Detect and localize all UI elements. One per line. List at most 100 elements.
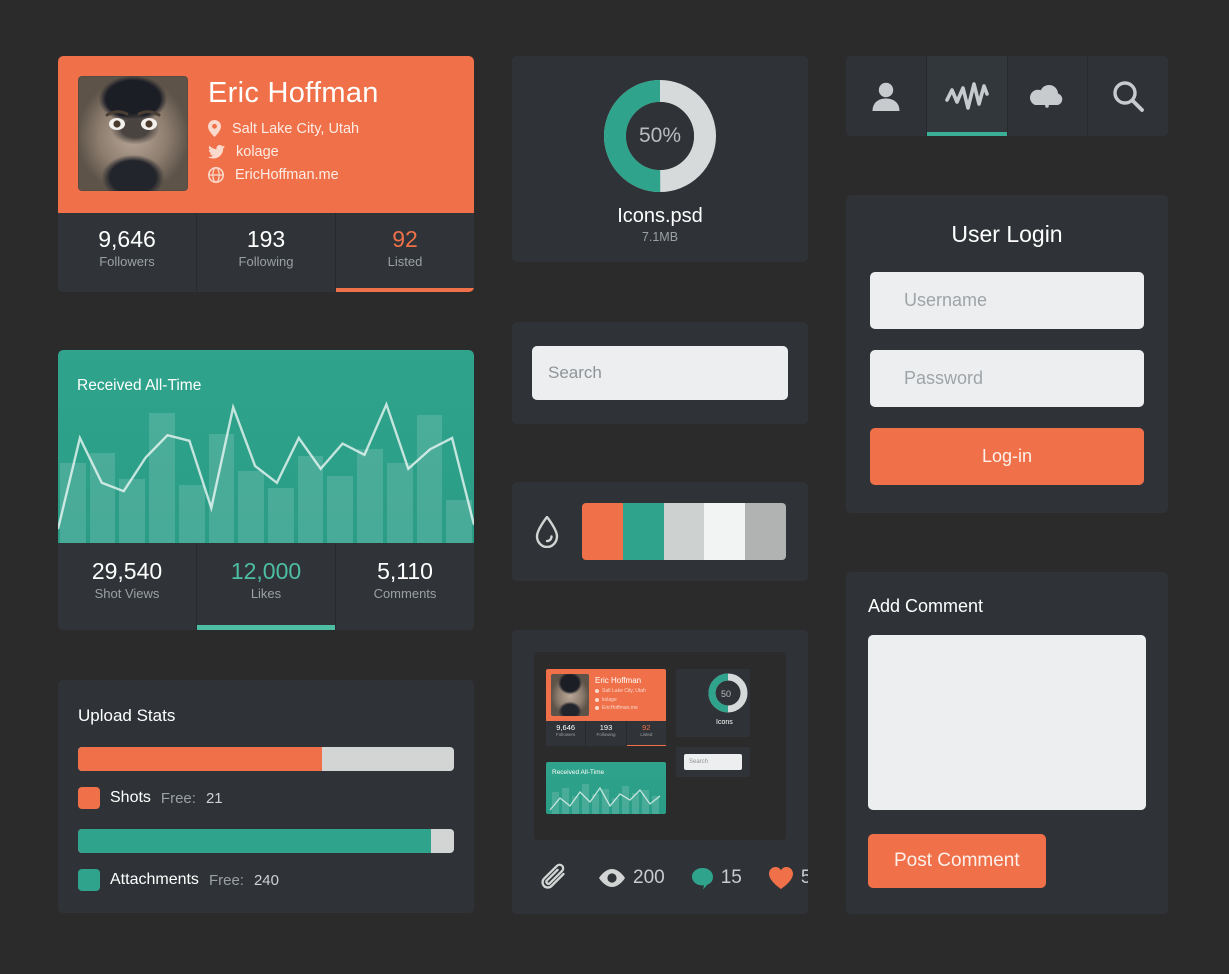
shots-color-swatch xyxy=(78,787,100,809)
tab-profile[interactable] xyxy=(846,56,927,136)
attachments-legend: Attachments Free: 240 xyxy=(78,869,454,891)
profile-twitter-row[interactable]: kolage xyxy=(208,144,379,160)
stat-comments[interactable]: 5,110 Comments xyxy=(336,543,474,630)
attachments-color-swatch xyxy=(78,869,100,891)
views-stat[interactable]: 200 xyxy=(598,867,665,889)
comment-bubble-icon xyxy=(691,867,713,889)
twitter-bird-icon xyxy=(208,144,225,159)
tab-analytics-active-underline xyxy=(926,132,1007,136)
search-input[interactable] xyxy=(548,363,769,383)
comments-count: 15 xyxy=(720,867,742,888)
mini-stat-following-label: Following xyxy=(596,732,616,738)
color-swatch-1[interactable] xyxy=(582,503,623,560)
stat-shot-views[interactable]: 29,540 Shot Views xyxy=(58,543,197,630)
stat-likes[interactable]: 12,000 Likes xyxy=(197,543,336,630)
icon-tab-bar xyxy=(846,56,1168,136)
mini-globe-icon xyxy=(595,706,599,710)
mini-stat-listed-value: 92 xyxy=(642,723,651,732)
color-palette-card xyxy=(512,482,808,581)
username-input[interactable] xyxy=(904,290,1136,311)
stat-following[interactable]: 193 Following xyxy=(197,213,336,292)
shot-stats-row: 200 15 5 xyxy=(512,842,808,914)
stat-followers-label: Followers xyxy=(99,254,155,270)
profile-twitter-handle: kolage xyxy=(236,144,279,161)
post-comment-button[interactable]: Post Comment xyxy=(868,834,1046,888)
mini-avatar xyxy=(551,674,589,716)
likes-stat[interactable]: 5 xyxy=(768,866,808,890)
comment-textarea[interactable] xyxy=(868,635,1146,810)
profile-location-row: Salt Lake City, Utah xyxy=(208,120,379,138)
file-name: Icons.psd xyxy=(617,205,703,227)
upload-stats-title: Upload Stats xyxy=(78,706,176,725)
donut-wrapper: 50% Icons.psd 7.1MB xyxy=(512,56,808,244)
mini-stat-listed-underline xyxy=(626,744,666,746)
mini-profile-twitter-row: kolage xyxy=(595,697,646,703)
received-stats-row: 29,540 Shot Views 12,000 Likes 5,110 Com… xyxy=(58,543,474,630)
mini-profile-location: Salt Lake City, Utah xyxy=(602,688,646,694)
color-swatch-2[interactable] xyxy=(622,503,664,560)
stat-likes-label: Likes xyxy=(250,586,282,602)
login-button[interactable]: Log-in xyxy=(870,428,1144,485)
shots-free-label: Free: xyxy=(160,789,196,807)
tab-upload[interactable] xyxy=(1008,56,1089,136)
color-swatch-5[interactable] xyxy=(745,503,786,560)
stat-likes-value: 12,000 xyxy=(230,558,302,584)
mini-profile-details: Eric Hoffman Salt Lake City, Utah kolage… xyxy=(589,674,646,716)
paperclip-icon xyxy=(541,863,565,889)
stat-listed-active-underline xyxy=(336,288,474,292)
shots-legend-name: Shots xyxy=(110,789,151,806)
color-swatch-3[interactable] xyxy=(663,503,705,560)
mini-stat-listed: 92 Listed xyxy=(626,721,666,746)
views-count: 200 xyxy=(633,867,665,888)
comments-stat[interactable]: 15 xyxy=(691,867,742,890)
globe-icon xyxy=(208,167,224,184)
username-field[interactable] xyxy=(870,272,1144,329)
shot-thumbnail[interactable]: Eric Hoffman Salt Lake City, Utah kolage… xyxy=(534,652,786,840)
mini-received-chart: Received All-Time xyxy=(546,762,666,814)
mini-donut-percent: 50 xyxy=(721,689,731,699)
stat-following-label: Following xyxy=(238,254,294,270)
profile-details: Eric Hoffman Salt Lake City, Utah kolage xyxy=(188,76,379,190)
received-all-time-card: Received All-Time 29,540 Shot Views 12,0… xyxy=(58,350,474,630)
attachments-legend-name: Attachments xyxy=(110,871,199,888)
attachment-stat[interactable] xyxy=(538,861,572,895)
mini-chart-line xyxy=(549,784,661,814)
stat-listed-value: 92 xyxy=(392,226,418,252)
donut-progress: 50% xyxy=(604,80,716,192)
profile-card: Eric Hoffman Salt Lake City, Utah kolage xyxy=(58,56,474,292)
profile-website-row[interactable]: EricHoffman.me xyxy=(208,167,379,183)
profile-header: Eric Hoffman Salt Lake City, Utah kolage xyxy=(58,56,474,213)
mini-stat-following: 193 Following xyxy=(586,721,627,746)
shots-legend: Shots Free: 21 xyxy=(78,787,454,809)
password-field[interactable] xyxy=(870,350,1144,407)
donut-percent-label: 50% xyxy=(638,124,682,147)
stat-likes-active-underline xyxy=(197,625,335,630)
avatar xyxy=(78,76,188,191)
mini-donut-card: 50 Icons xyxy=(676,669,750,737)
tab-search[interactable] xyxy=(1088,56,1168,136)
attachments-progress-fill xyxy=(78,829,432,853)
stat-shot-views-value: 29,540 xyxy=(91,558,163,584)
heart-icon xyxy=(768,867,793,889)
likes-count: 5 xyxy=(800,867,808,888)
ui-kit-canvas: Eric Hoffman Salt Lake City, Utah kolage xyxy=(0,0,1229,974)
user-login-card: User Login Log-in xyxy=(846,195,1168,513)
mini-stat-followers-label: Followers xyxy=(556,732,576,738)
mini-profile-header: Eric Hoffman Salt Lake City, Utah kolage… xyxy=(546,669,666,721)
password-input[interactable] xyxy=(904,368,1136,389)
received-chart-panel: Received All-Time xyxy=(58,350,474,543)
search-box[interactable] xyxy=(532,346,788,400)
color-swatch-strip[interactable] xyxy=(582,503,786,560)
shot-preview-card: Eric Hoffman Salt Lake City, Utah kolage… xyxy=(512,630,808,914)
shots-progress-bar xyxy=(78,747,454,771)
mini-profile-website: EricHoffman.me xyxy=(602,705,638,711)
search-icon xyxy=(1113,81,1145,112)
shots-progress-fill xyxy=(78,747,323,771)
stat-followers[interactable]: 9,646 Followers xyxy=(58,213,197,292)
stat-listed[interactable]: 92 Listed xyxy=(336,213,474,292)
profile-location: Salt Lake City, Utah xyxy=(232,120,360,137)
tab-analytics[interactable] xyxy=(926,56,1008,136)
color-swatch-4[interactable] xyxy=(704,503,746,560)
mini-twitter-bird-icon xyxy=(595,697,599,702)
person-icon xyxy=(872,82,900,111)
